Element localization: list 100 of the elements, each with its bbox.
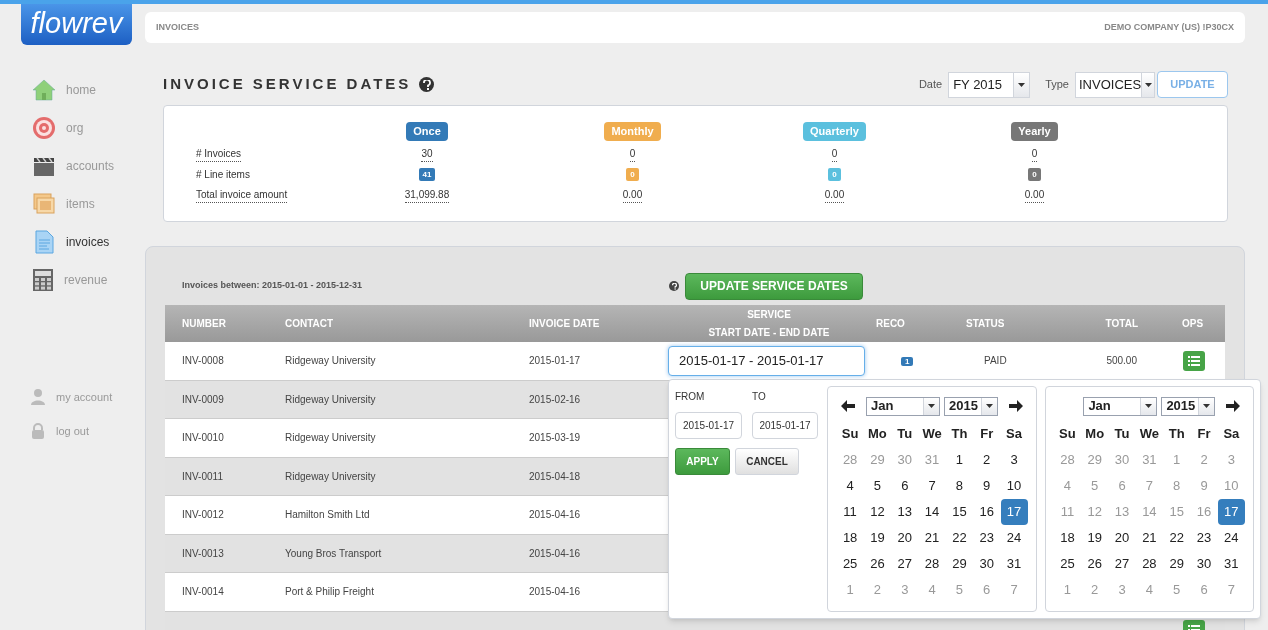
- calendar-day[interactable]: 16: [973, 499, 1001, 525]
- summary-value[interactable]: 0.00: [824, 186, 845, 203]
- weekday-label: Tu: [1113, 425, 1131, 443]
- table-cell: 2015-02-16: [529, 393, 581, 405]
- calendar-day[interactable]: 21: [1135, 525, 1163, 551]
- calendar-day[interactable]: 25: [1053, 551, 1081, 577]
- calculator-icon: [32, 268, 54, 292]
- calendar-day[interactable]: 28: [918, 551, 946, 577]
- calendar-day[interactable]: 8: [945, 473, 973, 499]
- weekday-label: Th: [950, 425, 969, 443]
- reco-badge[interactable]: 1: [901, 357, 914, 367]
- help-icon[interactable]: [669, 281, 679, 291]
- calendar-day[interactable]: 19: [863, 525, 891, 551]
- sidebar-item[interactable]: invoices: [32, 230, 145, 254]
- calendar-day[interactable]: 30: [1190, 551, 1218, 577]
- weekday-label: Tu: [896, 425, 914, 443]
- count-badge[interactable]: 41: [418, 167, 436, 181]
- calendar-day[interactable]: 27: [1108, 551, 1136, 577]
- calendar-day[interactable]: 17: [1217, 499, 1245, 525]
- summary-value[interactable]: 0.00: [1024, 186, 1045, 203]
- summary-value[interactable]: 0: [831, 145, 838, 162]
- table-cell: 2015-01-17: [529, 355, 581, 367]
- calendar-day[interactable]: 23: [1190, 525, 1218, 551]
- calendar-day[interactable]: 1: [945, 447, 973, 473]
- summary-value[interactable]: 31,099.88: [404, 186, 450, 203]
- calendar-day[interactable]: 26: [863, 551, 891, 577]
- month-select[interactable]: Jan: [866, 396, 941, 416]
- calendar-day[interactable]: 24: [1217, 525, 1245, 551]
- weekday-label: Fr: [979, 425, 995, 443]
- arrow-right-icon[interactable]: [1008, 400, 1023, 412]
- summary-value[interactable]: 0: [629, 145, 636, 162]
- calendar-day[interactable]: 20: [1108, 525, 1136, 551]
- document-icon: [32, 230, 56, 254]
- table-cell: 2015-04-18: [529, 470, 581, 482]
- table-cell: INV-0010: [182, 432, 224, 444]
- calendar-day[interactable]: 20: [891, 525, 919, 551]
- calendar-day[interactable]: 29: [1163, 551, 1191, 577]
- calendar-day[interactable]: 22: [945, 525, 973, 551]
- summary-value[interactable]: 30: [421, 145, 433, 162]
- calendar-day[interactable]: 22: [1163, 525, 1191, 551]
- summary-value[interactable]: 0: [1031, 145, 1038, 162]
- calendar-day[interactable]: 10: [1000, 473, 1028, 499]
- table-cell: Ridgeway University: [285, 355, 376, 367]
- type-select[interactable]: INVOICES: [1075, 71, 1155, 98]
- date-select[interactable]: FY 2015: [948, 71, 1031, 98]
- calendar-day[interactable]: 2: [973, 447, 1001, 473]
- cancel-button[interactable]: CANCEL: [735, 448, 799, 475]
- calendar-day[interactable]: 29: [945, 551, 973, 577]
- date-label: Date: [918, 77, 943, 93]
- month-select[interactable]: Jan: [1083, 396, 1158, 416]
- weekday-label: Sa: [1005, 425, 1023, 443]
- table-cell-text: 500.00: [1106, 354, 1137, 369]
- calendar-day[interactable]: 15: [945, 499, 973, 525]
- calendar-day[interactable]: 21: [918, 525, 946, 551]
- calendar-day[interactable]: 18: [836, 525, 864, 551]
- help-icon[interactable]: [419, 77, 435, 92]
- count-badge[interactable]: 0: [1028, 167, 1041, 181]
- calendar-day[interactable]: 18: [1053, 525, 1081, 551]
- calendar-day[interactable]: 3: [1000, 447, 1028, 473]
- calendar-day[interactable]: 31: [1000, 551, 1028, 577]
- calendar-day[interactable]: 26: [1081, 551, 1109, 577]
- calendar-day[interactable]: 24: [1000, 525, 1028, 551]
- calendar-day[interactable]: 17: [1000, 499, 1028, 525]
- from-date-field[interactable]: 2015-01-17: [675, 412, 742, 439]
- calendar-day[interactable]: 31: [1217, 551, 1245, 577]
- service-date-field[interactable]: 2015-01-17 - 2015-01-17: [668, 345, 865, 376]
- calendar-day[interactable]: 14: [918, 499, 946, 525]
- calendar-day[interactable]: 7: [918, 473, 946, 499]
- calendar-day[interactable]: 13: [891, 499, 919, 525]
- calendar-day[interactable]: 28: [1135, 551, 1163, 577]
- flowrev-logo[interactable]: flowrev: [21, 4, 132, 45]
- calendar-day[interactable]: 23: [973, 525, 1001, 551]
- year-select[interactable]: 2015: [944, 396, 999, 416]
- calendar-day[interactable]: 30: [973, 551, 1001, 577]
- calendar-day[interactable]: 19: [1081, 525, 1109, 551]
- to-date-field[interactable]: 2015-01-17: [752, 412, 818, 439]
- calendar-day[interactable]: 12: [863, 499, 891, 525]
- house-icon: [32, 78, 56, 102]
- weekday-label: We: [1138, 425, 1160, 443]
- calendar-day[interactable]: 5: [863, 473, 891, 499]
- calendar-day[interactable]: 27: [891, 551, 919, 577]
- table-cell: Hamilton Smith Ltd: [285, 509, 370, 521]
- list-icon[interactable]: [1182, 350, 1205, 371]
- calendar-day[interactable]: 9: [973, 473, 1001, 499]
- calendar-day[interactable]: 25: [836, 551, 864, 577]
- column-header: TOTAL: [1104, 317, 1139, 331]
- weekday-label: Sa: [1222, 425, 1241, 443]
- weekday-label: Mo: [1084, 425, 1106, 443]
- calendar-day[interactable]: 11: [836, 499, 864, 525]
- column-header: RECO: [875, 317, 906, 331]
- table-cell: INV-0012: [182, 509, 224, 521]
- arrow-right-icon[interactable]: [1226, 400, 1240, 412]
- arrow-left-icon[interactable]: [841, 400, 856, 412]
- table-cell: 2015-04-16: [529, 547, 581, 559]
- table-cell: Young Bros Transport: [285, 547, 382, 559]
- calendar-day[interactable]: 6: [891, 473, 919, 499]
- calendar-day[interactable]: 4: [836, 473, 864, 499]
- breadcrumb[interactable]: INVOICES: [156, 20, 199, 35]
- year-select[interactable]: 2015: [1161, 396, 1216, 416]
- summary-value[interactable]: 0.00: [622, 186, 643, 203]
